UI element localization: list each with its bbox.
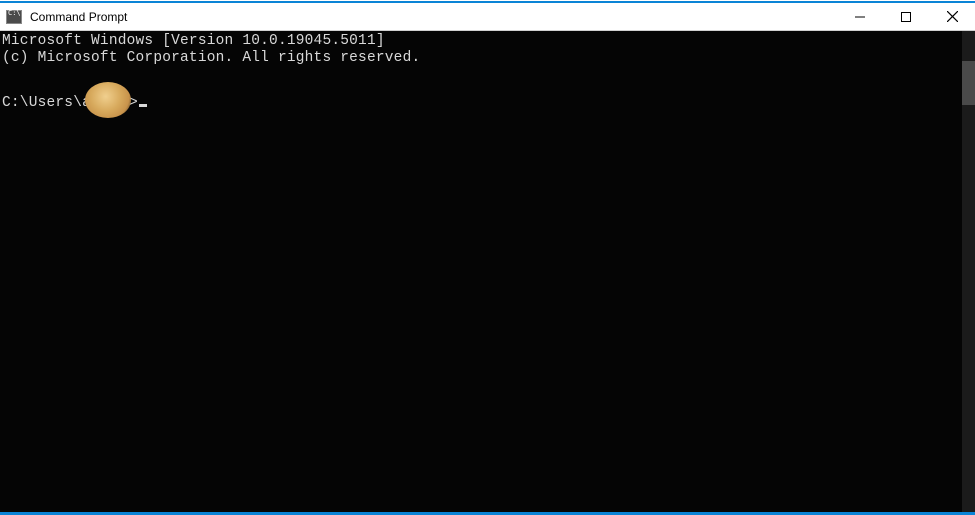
command-prompt-window: Command Prompt Microsoft Windows [Versi [0,1,975,514]
cursor-icon [139,104,147,107]
window-title: Command Prompt [30,10,837,24]
terminal-output[interactable]: Microsoft Windows [Version 10.0.19045.50… [0,31,962,514]
maximize-button[interactable] [883,3,929,30]
close-button[interactable] [929,3,975,30]
prompt-prefix: C:\Users\a [2,95,91,111]
console-area: Microsoft Windows [Version 10.0.19045.50… [0,31,975,514]
minimize-button[interactable] [837,3,883,30]
close-icon [947,11,958,22]
maximize-icon [901,12,911,22]
vertical-scrollbar[interactable] [962,31,975,514]
scrollbar-thumb[interactable] [962,61,975,105]
cmd-icon [6,10,22,24]
redaction-blur-icon [85,82,131,118]
titlebar[interactable]: Command Prompt [0,3,975,31]
window-controls [837,3,975,30]
minimize-icon [855,12,865,22]
banner-line-2: (c) Microsoft Corporation. All rights re… [2,50,420,66]
banner-line-1: Microsoft Windows [Version 10.0.19045.50… [2,33,385,49]
